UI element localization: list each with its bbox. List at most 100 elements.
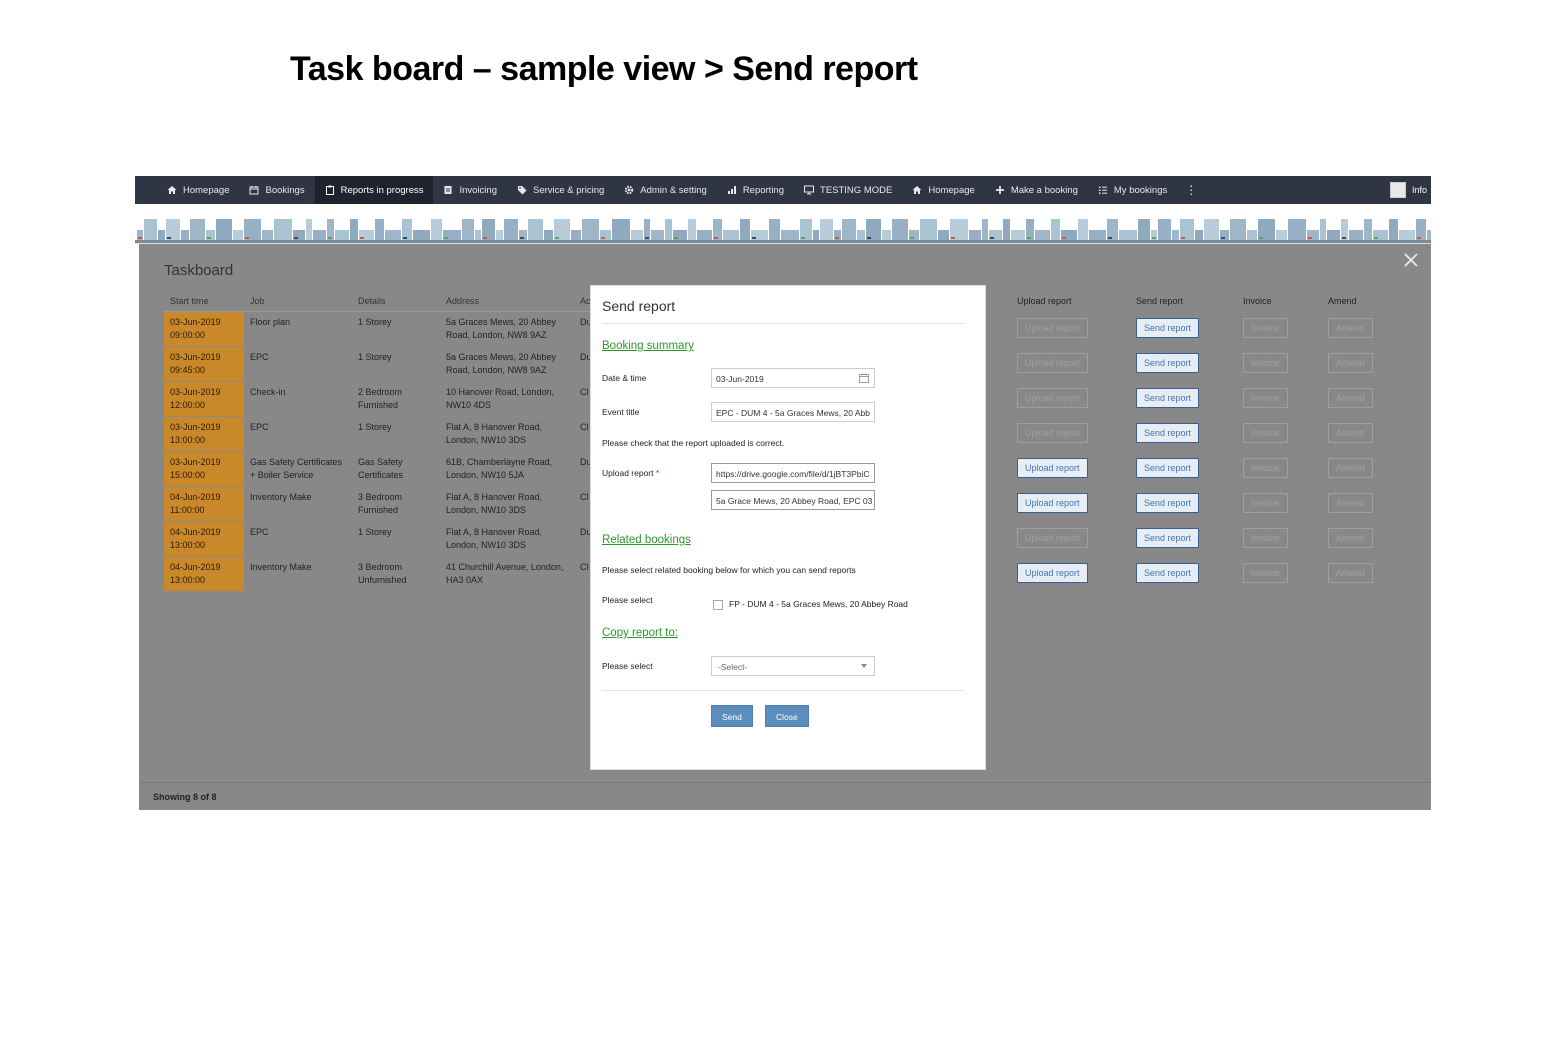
- invoice-button-cell: Invoice: [1237, 423, 1322, 443]
- list-icon: [1098, 185, 1108, 195]
- invoice-button[interactable]: Invoice: [1243, 388, 1288, 408]
- amend-button[interactable]: Amend: [1328, 318, 1373, 338]
- upload-url-field[interactable]: https://drive.google.com/file/d/1jBT3Pbi…: [711, 463, 875, 483]
- upload-report-button[interactable]: Upload report: [1017, 528, 1088, 548]
- invoice-button-cell: Invoice: [1237, 563, 1322, 583]
- calendar-icon[interactable]: [859, 373, 869, 383]
- address-cell: Flat A, 8 Hanover Road, London, NW10 3DS: [440, 416, 574, 452]
- invoice-button[interactable]: Invoice: [1243, 353, 1288, 373]
- amend-button[interactable]: Amend: [1328, 423, 1373, 443]
- amend-button[interactable]: Amend: [1328, 353, 1373, 373]
- upload-report-button[interactable]: Upload report: [1017, 423, 1088, 443]
- invoice-button[interactable]: Invoice: [1243, 528, 1288, 548]
- nav-item-service-pricing[interactable]: Service & pricing: [507, 176, 614, 204]
- nav-item-bookings[interactable]: Bookings: [239, 176, 314, 204]
- event-title-field[interactable]: EPC - DUM 4 - 5a Graces Mews, 20 Abb: [711, 402, 875, 422]
- column-header-send-report[interactable]: Send report: [1130, 296, 1237, 306]
- skyline-building: [1276, 230, 1287, 240]
- table-row[interactable]: 04-Jun-2019 13:00:00 Inventory Make 3 Bedro…: [164, 556, 598, 592]
- start-time-cell: 03-Jun-2019 15:00:00: [164, 451, 244, 487]
- nav-item-reports-in-progress[interactable]: Reports in progress: [314, 176, 434, 204]
- copy-report-select[interactable]: -Select-: [711, 656, 875, 676]
- details-cell-line: 2 Bedroom: [358, 386, 403, 397]
- amend-button[interactable]: Amend: [1328, 493, 1373, 513]
- column-header-start-time[interactable]: Start time: [164, 291, 244, 312]
- invoice-button[interactable]: Invoice: [1243, 318, 1288, 338]
- page-title: Taskboard: [164, 262, 234, 279]
- upload-report-label: Upload report *: [602, 468, 659, 478]
- nav-item-label: Admin & setting: [640, 184, 707, 196]
- upload-report-button[interactable]: Upload report: [1017, 353, 1088, 373]
- send-report-button[interactable]: Send report: [1136, 318, 1200, 338]
- amend-button[interactable]: Amend: [1328, 563, 1373, 583]
- column-header-invoice[interactable]: Invoice: [1237, 296, 1322, 306]
- address-cell: Flat A, 8 Hanover Road, London, NW10 3DS: [440, 521, 574, 557]
- upload-report-button[interactable]: Upload report: [1017, 493, 1088, 513]
- table-row[interactable]: 04-Jun-2019 11:00:00 Inventory Make 3 Bedro…: [164, 486, 598, 522]
- invoice-button[interactable]: Invoice: [1243, 458, 1288, 478]
- send-button[interactable]: Send: [711, 705, 753, 727]
- table-row[interactable]: 03-Jun-2019 15:00:00 Gas Safety Certificat…: [164, 451, 598, 487]
- date-time-field[interactable]: 03-Jun-2019: [711, 368, 875, 388]
- column-header-details[interactable]: Details: [352, 291, 440, 312]
- upload-report-button[interactable]: Upload report: [1017, 563, 1088, 583]
- upload-report-button[interactable]: Upload report: [1017, 458, 1088, 478]
- send-report-button[interactable]: Send report: [1136, 458, 1200, 478]
- skyline-car: [555, 237, 559, 239]
- nav-item-testing-mode[interactable]: TESTING MODE: [794, 176, 902, 204]
- skyline-building: [1399, 230, 1415, 240]
- nav-item-homepage[interactable]: Homepage: [902, 176, 984, 204]
- nav-item-reporting[interactable]: Reporting: [717, 176, 794, 204]
- table-row[interactable]: 04-Jun-2019 13:00:00 EPC 1 Storey Flat A, 8 …: [164, 521, 598, 557]
- amend-button-cell: Amend: [1322, 458, 1392, 478]
- invoice-button[interactable]: Invoice: [1243, 493, 1288, 513]
- invoice-button[interactable]: Invoice: [1243, 423, 1288, 443]
- skyline-building: [306, 219, 312, 240]
- nav-item-admin-setting[interactable]: Admin & setting: [614, 176, 717, 204]
- amend-button[interactable]: Amend: [1328, 528, 1373, 548]
- details-cell-line: Furnished: [358, 504, 399, 515]
- address-cell-line: 5a Graces Mews, 20 Abbey: [446, 316, 557, 327]
- send-report-button[interactable]: Send report: [1136, 493, 1200, 513]
- invoice-button[interactable]: Invoice: [1243, 563, 1288, 583]
- close-icon[interactable]: [1403, 252, 1419, 268]
- send-report-button[interactable]: Send report: [1136, 388, 1200, 408]
- table-row[interactable]: 03-Jun-2019 13:00:00 EPC 1 Storey Flat A, 8 …: [164, 416, 598, 452]
- avatar[interactable]: [1389, 182, 1406, 198]
- column-header-amend[interactable]: Amend: [1322, 296, 1392, 306]
- upload-report-button[interactable]: Upload report: [1017, 318, 1088, 338]
- send-report-button[interactable]: Send report: [1136, 528, 1200, 548]
- skyline-building: [1230, 219, 1246, 240]
- table-row[interactable]: 03-Jun-2019 09:00:00 Floor plan 1 Storey 5a …: [164, 311, 598, 347]
- nav-item-homepage[interactable]: Homepage: [157, 176, 239, 204]
- send-report-button[interactable]: Send report: [1136, 423, 1200, 443]
- column-header-upload-report[interactable]: Upload report: [1011, 296, 1130, 306]
- send-report-button[interactable]: Send report: [1136, 353, 1200, 373]
- amend-button[interactable]: Amend: [1328, 388, 1373, 408]
- skyline-building: [496, 230, 503, 240]
- user-menu[interactable]: Info: [1389, 176, 1427, 204]
- nav-item-make-a-booking[interactable]: Make a booking: [985, 176, 1088, 204]
- related-booking-option[interactable]: FP - DUM 4 - 5a Graces Mews, 20 Abbey Ro…: [729, 599, 908, 609]
- table-row[interactable]: 03-Jun-2019 12:00:00 Check-in 2 Bedroom Furn…: [164, 381, 598, 417]
- column-header-job[interactable]: Job: [244, 291, 352, 312]
- skyline-building: [375, 219, 384, 240]
- table-row[interactable]: 03-Jun-2019 09:45:00 EPC 1 Storey 5a Graces …: [164, 346, 598, 382]
- user-name[interactable]: Info: [1412, 185, 1427, 195]
- send-report-button[interactable]: Send report: [1136, 563, 1200, 583]
- date-time-value: 03-Jun-2019: [716, 374, 764, 384]
- column-header-address[interactable]: Address: [440, 291, 574, 312]
- more-menu-icon[interactable]: ⋮: [1177, 183, 1205, 197]
- details-cell: 2 Bedroom Furnished: [352, 381, 440, 417]
- amend-button[interactable]: Amend: [1328, 458, 1373, 478]
- action-row: Upload report Send report Invoice Amend: [1011, 451, 1392, 486]
- address-cell-line: NW10 4DS: [446, 399, 492, 410]
- upload-report-button[interactable]: Upload report: [1017, 388, 1088, 408]
- chevron-down-icon: [861, 664, 867, 668]
- related-booking-checkbox[interactable]: [713, 600, 723, 610]
- nav-item-my-bookings[interactable]: My bookings: [1088, 176, 1177, 204]
- address-cell-line: 5a Graces Mews, 20 Abbey: [446, 351, 557, 362]
- close-button[interactable]: Close: [765, 705, 809, 727]
- nav-item-invoicing[interactable]: Invoicing: [433, 176, 507, 204]
- upload-name-field[interactable]: 5a Grace Mews, 20 Abbey Road, EPC 03: [711, 490, 875, 510]
